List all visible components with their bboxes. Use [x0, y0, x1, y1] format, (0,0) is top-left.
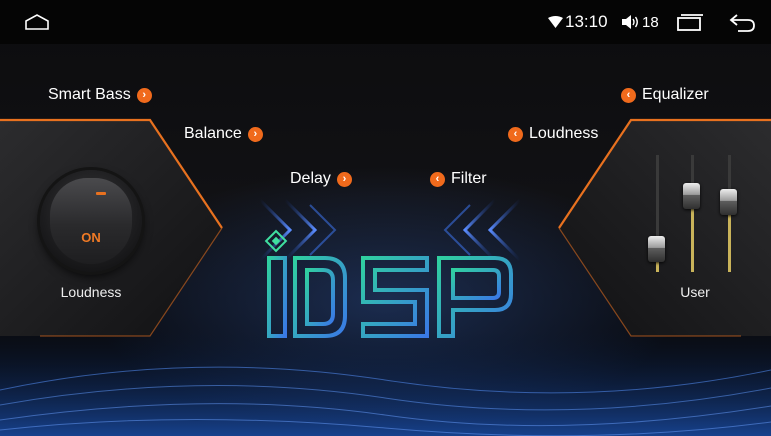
- chevron-left-icon: ‹: [621, 87, 636, 103]
- eq-slider-handle[interactable]: [720, 188, 737, 215]
- knob-cap: ON: [50, 178, 132, 264]
- menu-label: Filter: [451, 170, 487, 187]
- menu-label: Equalizer: [642, 86, 709, 103]
- volume-icon[interactable]: [622, 0, 640, 44]
- menu-loudness[interactable]: ‹ Loudness: [508, 125, 598, 143]
- back-icon[interactable]: [728, 0, 756, 44]
- loudness-toggle-label: Loudness: [60, 284, 122, 300]
- home-icon[interactable]: [24, 0, 50, 44]
- menu-label: Balance: [184, 125, 242, 142]
- dsp-logo: [264, 229, 513, 338]
- chip-icon: [264, 229, 288, 253]
- menu-delay[interactable]: Delay ›: [290, 170, 352, 188]
- eq-preset-label: User: [680, 284, 710, 300]
- menu-smart-bass[interactable]: Smart Bass ›: [48, 86, 152, 104]
- clock: 13:10: [565, 12, 608, 31]
- chevron-left-icon: ‹: [430, 171, 445, 187]
- menu-equalizer[interactable]: ‹ Equalizer: [621, 86, 709, 104]
- recent-apps-icon[interactable]: [676, 0, 704, 44]
- menu-filter[interactable]: ‹ Filter: [430, 170, 487, 188]
- chevron-right-icon: ›: [136, 87, 152, 103]
- volume-level: 18: [642, 13, 659, 31]
- eq-slider-handle[interactable]: [648, 235, 665, 262]
- wifi-icon: [548, 0, 563, 44]
- menu-label: Delay: [290, 170, 331, 187]
- eq-slider-handle[interactable]: [683, 182, 700, 209]
- menu-label: Loudness: [529, 125, 599, 142]
- chevron-right-icon: ›: [336, 171, 352, 187]
- right-panel: [558, 118, 771, 337]
- menu-label: Smart Bass: [48, 86, 131, 103]
- knob-indicator: [96, 192, 106, 195]
- chevron-right-icon: ›: [247, 126, 263, 142]
- loudness-toggle[interactable]: ON: [40, 170, 142, 272]
- knob-state: ON: [81, 230, 101, 245]
- dsp-screen: 13:10 18 ON Loudness User Smart Bass › B…: [0, 0, 771, 436]
- menu-balance[interactable]: Balance ›: [184, 125, 263, 143]
- status-bar: 13:10 18: [0, 0, 771, 44]
- chevron-left-icon: ‹: [508, 126, 523, 142]
